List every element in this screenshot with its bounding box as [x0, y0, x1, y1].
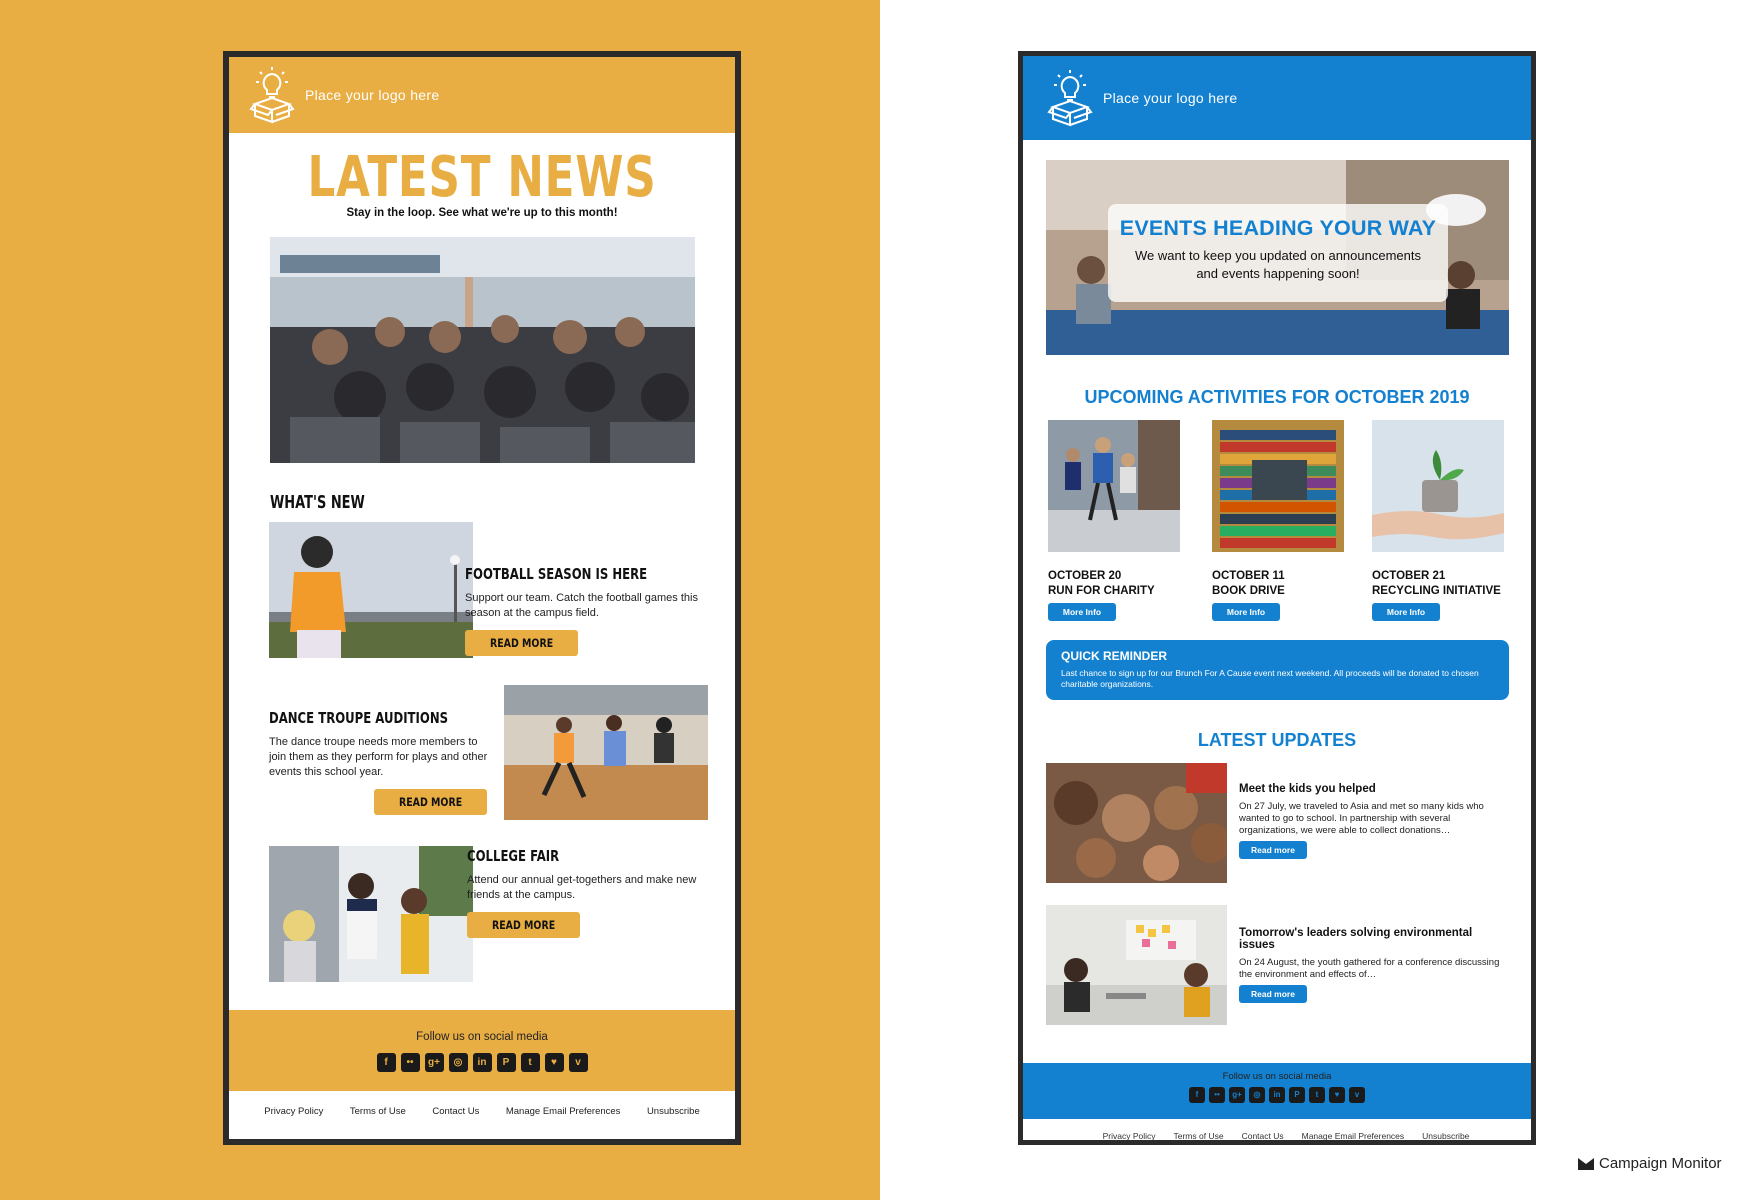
twitter-icon[interactable]: ♥ — [1329, 1087, 1345, 1103]
right-footer: Follow us on social media f •• g+ ◎ in P… — [1023, 1063, 1531, 1119]
left-email-template: Place your logo here LATEST NEWS Stay in… — [223, 51, 741, 1145]
update-text: On 27 July, we traveled to Asia and met … — [1239, 801, 1484, 836]
social-icons: f •• g+ ◎ in P t ♥ v — [1023, 1087, 1531, 1103]
facebook-icon[interactable]: f — [376, 1053, 396, 1072]
read-more-button[interactable]: READ MORE — [467, 912, 580, 938]
article-football: FOOTBALL SEASON IS HERE Support our team… — [465, 565, 715, 656]
activity-recycling: OCTOBER 21 RECYCLING INITIATIVE More Inf… — [1372, 420, 1512, 621]
google-plus-icon[interactable]: g+ — [424, 1053, 444, 1072]
social-icons: f •• g+ ◎ in P t ♥ v — [229, 1053, 735, 1072]
more-info-button[interactable]: More Info — [1212, 603, 1280, 621]
run-for-charity-image — [1048, 420, 1180, 552]
contact-us-link[interactable]: Contact Us — [1242, 1131, 1284, 1140]
reminder-title: QUICK REMINDER — [1061, 649, 1168, 663]
read-more-button[interactable]: Read more — [1239, 985, 1307, 1003]
lightbulb-box-icon — [1047, 70, 1093, 127]
manage-preferences-link[interactable]: Manage Email Preferences — [506, 1106, 621, 1117]
brand-name: Campaign Monitor — [1599, 1155, 1722, 1172]
follow-us-text: Follow us on social media — [1222, 1071, 1332, 1082]
facebook-icon[interactable]: f — [1189, 1087, 1205, 1103]
pinterest-icon[interactable]: P — [1289, 1087, 1305, 1103]
footer-links: Privacy Policy Terms of Use Contact Us M… — [1023, 1131, 1531, 1140]
article-body: Support our team. Catch the football gam… — [465, 592, 698, 619]
recycling-plant-image — [1372, 420, 1504, 552]
update-title: Tomorrow's leaders solving environmental… — [1239, 927, 1473, 951]
logo-placeholder-text: Place your logo here — [1103, 90, 1238, 106]
read-more-button[interactable]: Read more — [1239, 841, 1307, 859]
follow-us-text: Follow us on social media — [416, 1031, 548, 1043]
privacy-policy-link[interactable]: Privacy Policy — [264, 1106, 323, 1117]
football-image — [269, 522, 473, 658]
unsubscribe-link[interactable]: Unsubscribe — [1422, 1131, 1469, 1140]
right-header: Place your logo here — [1023, 56, 1531, 140]
manage-preferences-link[interactable]: Manage Email Preferences — [1302, 1131, 1405, 1140]
vimeo-icon[interactable]: v — [568, 1053, 588, 1072]
hero-banner: EVENTS HEADING YOUR WAY We want to keep … — [1046, 160, 1509, 355]
unsubscribe-link[interactable]: Unsubscribe — [647, 1106, 700, 1117]
terms-of-use-link[interactable]: Terms of Use — [1174, 1131, 1224, 1140]
hero-title: EVENTS HEADING YOUR WAY — [1119, 216, 1437, 240]
right-email-template: Place your logo here EVENTS HEADING YOUR… — [1018, 51, 1536, 1145]
kids-image — [1046, 763, 1227, 883]
flickr-icon[interactable]: •• — [1209, 1087, 1225, 1103]
lightbulb-box-icon — [249, 67, 295, 124]
read-more-button[interactable]: READ MORE — [374, 789, 487, 815]
activity-date: OCTOBER 21 RECYCLING INITIATIVE — [1372, 570, 1501, 597]
privacy-policy-link[interactable]: Privacy Policy — [1103, 1131, 1156, 1140]
activity-date: OCTOBER 11 BOOK DRIVE — [1212, 570, 1285, 597]
whats-new-heading: WHAT'S NEW — [270, 492, 365, 513]
activity-book-drive: OCTOBER 11 BOOK DRIVE More Info — [1212, 420, 1352, 621]
campaign-monitor-brand: Campaign Monitor — [1578, 1155, 1722, 1172]
linkedin-icon[interactable]: in — [1269, 1087, 1285, 1103]
footer-links: Privacy Policy Terms of Use Contact Us M… — [229, 1106, 735, 1117]
update-body: Meet the kids you helped On 27 July, we … — [1239, 783, 1504, 859]
page-title: LATEST NEWS — [307, 145, 657, 210]
activities-heading: UPCOMING ACTIVITIES FOR OCTOBER 2019 — [1084, 387, 1470, 407]
article-body: Attend our annual get-togethers and make… — [467, 874, 697, 901]
article-college-fair: COLLEGE FAIR Attend our annual get-toget… — [467, 847, 717, 938]
hero-subtitle: We want to keep you updated on announcem… — [1135, 248, 1421, 281]
flickr-icon[interactable]: •• — [400, 1053, 420, 1072]
vimeo-icon[interactable]: v — [1349, 1087, 1365, 1103]
latest-updates-heading: LATEST UPDATES — [1197, 730, 1357, 750]
left-footer: Follow us on social media f •• g+ ◎ in P… — [229, 1010, 735, 1091]
envelope-logo-icon — [1578, 1157, 1594, 1170]
activity-run-for-charity: OCTOBER 20 RUN FOR CHARITY More Info — [1048, 420, 1188, 621]
update-title: Meet the kids you helped — [1239, 783, 1376, 795]
terms-of-use-link[interactable]: Terms of Use — [350, 1106, 406, 1117]
linkedin-icon[interactable]: in — [472, 1053, 492, 1072]
update-body: Tomorrow's leaders solving environmental… — [1239, 927, 1504, 1003]
quick-reminder-box: QUICK REMINDER Last chance to sign up fo… — [1046, 640, 1509, 700]
update-leaders: Tomorrow's leaders solving environmental… — [1046, 905, 1509, 1025]
hero-classroom-image — [270, 237, 695, 463]
article-title: DANCE TROUPE AUDITIONS — [269, 709, 449, 727]
instagram-icon[interactable]: ◎ — [448, 1053, 468, 1072]
update-text: On 24 August, the youth gathered for a c… — [1239, 957, 1500, 980]
book-drive-image — [1212, 420, 1344, 552]
update-kids: Meet the kids you helped On 27 July, we … — [1046, 763, 1509, 883]
twitter-icon[interactable]: ♥ — [544, 1053, 564, 1072]
more-info-button[interactable]: More Info — [1048, 603, 1116, 621]
instagram-icon[interactable]: ◎ — [1249, 1087, 1265, 1103]
read-more-button[interactable]: READ MORE — [465, 630, 578, 656]
contact-us-link[interactable]: Contact Us — [432, 1106, 479, 1117]
article-title: COLLEGE FAIR — [467, 847, 560, 865]
activity-date: OCTOBER 20 RUN FOR CHARITY — [1048, 570, 1155, 597]
logo-placeholder-text: Place your logo here — [305, 87, 440, 103]
leaders-meeting-image — [1046, 905, 1227, 1025]
left-header: Place your logo here — [229, 57, 735, 133]
college-fair-image — [269, 846, 473, 982]
tumblr-icon[interactable]: t — [1309, 1087, 1325, 1103]
article-title: FOOTBALL SEASON IS HERE — [465, 565, 648, 583]
pinterest-icon[interactable]: P — [496, 1053, 516, 1072]
dance-image — [504, 685, 708, 820]
tumblr-icon[interactable]: t — [520, 1053, 540, 1072]
more-info-button[interactable]: More Info — [1372, 603, 1440, 621]
article-body: The dance troupe needs more members to j… — [269, 736, 488, 778]
reminder-body: Last chance to sign up for our Brunch Fo… — [1061, 668, 1479, 689]
article-dance: DANCE TROUPE AUDITIONS The dance troupe … — [269, 709, 494, 815]
google-plus-icon[interactable]: g+ — [1229, 1087, 1245, 1103]
hero-card: EVENTS HEADING YOUR WAY We want to keep … — [1108, 204, 1448, 302]
